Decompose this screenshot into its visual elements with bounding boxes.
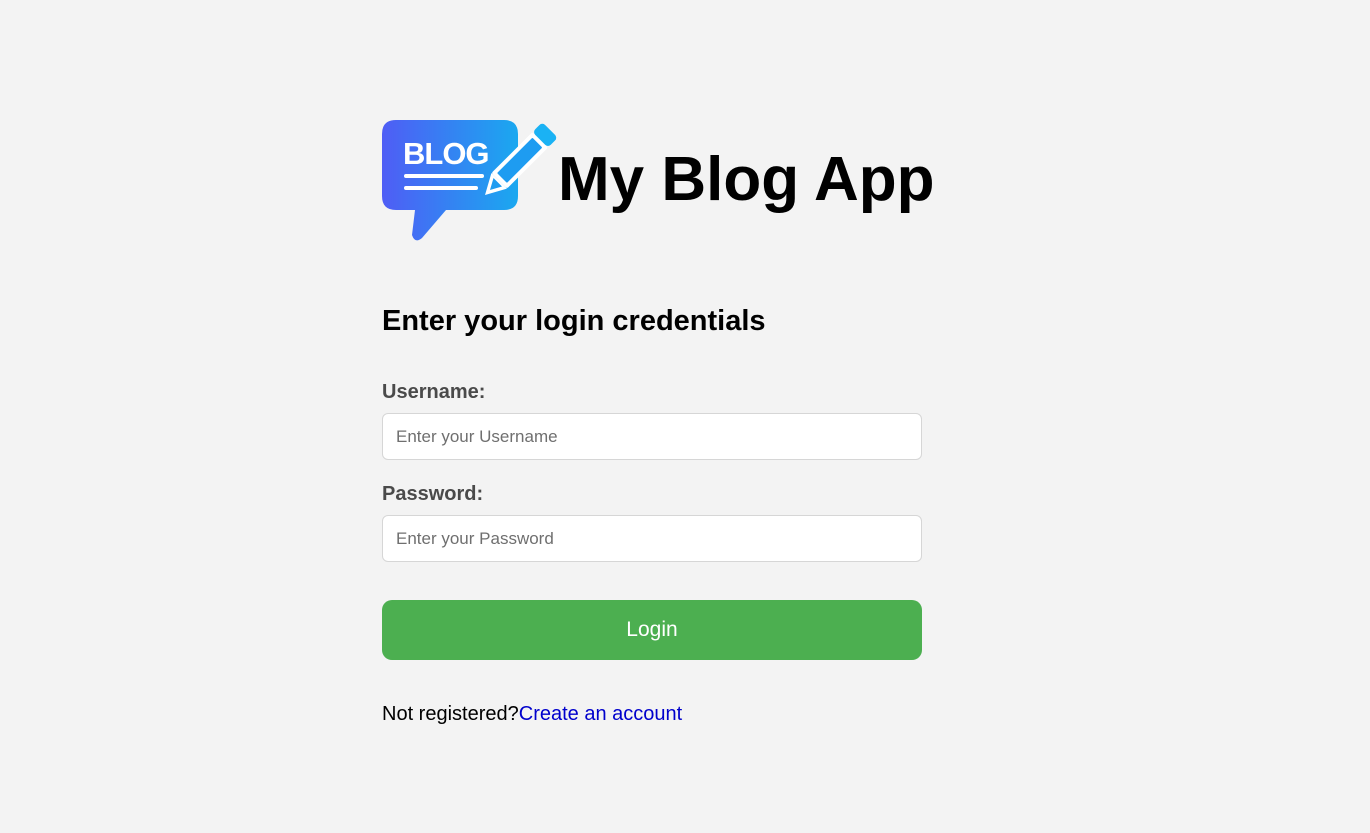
- login-page: BLOG My Blog App Enter your login creden…: [382, 118, 935, 725]
- create-account-link[interactable]: Create an account: [519, 703, 682, 725]
- password-input[interactable]: [382, 515, 922, 562]
- logo-text: BLOG: [403, 136, 489, 171]
- password-label: Password:: [382, 483, 484, 505]
- register-prompt-line: Not registered?Create an account: [382, 703, 682, 726]
- blog-logo-icon: BLOG: [382, 120, 557, 241]
- login-button[interactable]: Login: [382, 600, 922, 660]
- username-label: Username:: [382, 381, 486, 403]
- register-prompt: Not registered?: [382, 703, 519, 725]
- username-input[interactable]: [382, 413, 922, 460]
- app-title: My Blog App: [558, 145, 935, 214]
- app-header: BLOG My Blog App: [382, 118, 935, 242]
- login-heading: Enter your login credentials: [382, 305, 766, 337]
